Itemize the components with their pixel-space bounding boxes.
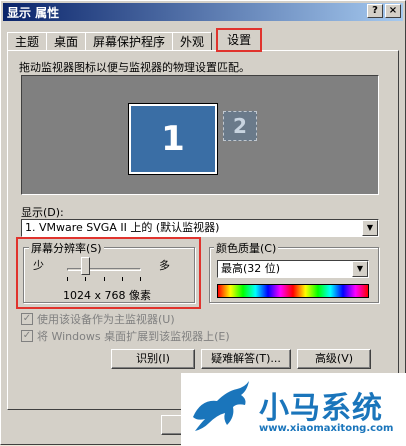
slider-tick: [140, 277, 141, 281]
tab-screensaver[interactable]: 屏幕保护程序: [85, 32, 174, 51]
slider-tick: [122, 277, 123, 281]
display-select[interactable]: 1. VMware SVGA II 上的 (默认监视器) ▼: [21, 219, 379, 237]
close-button[interactable]: ×: [385, 4, 401, 18]
chevron-down-icon[interactable]: ▼: [362, 220, 378, 236]
troubleshoot-button[interactable]: 疑难解答(T)...: [201, 349, 291, 369]
title-bar: 显示 属性: [3, 3, 403, 21]
tab-theme[interactable]: 主题: [7, 32, 48, 51]
slider-tick: [85, 277, 86, 281]
display-label: 显示(D):: [21, 206, 64, 219]
slider-tick: [104, 277, 105, 281]
chevron-down-icon[interactable]: ▼: [352, 261, 368, 277]
help-button[interactable]: ?: [367, 4, 383, 18]
monitor-2-icon[interactable]: 2: [223, 111, 257, 141]
horse-logo-icon: [193, 381, 249, 431]
resolution-slider-track[interactable]: [67, 268, 141, 271]
watermark-title: 小马系统: [259, 391, 383, 426]
resolution-more-label: 多: [159, 259, 170, 272]
window-title: 显示 属性: [7, 5, 60, 20]
color-spectrum-preview: [217, 284, 369, 298]
resolution-less-label: 少: [33, 259, 44, 272]
checkmark-icon: ✓: [21, 330, 33, 342]
identify-button[interactable]: 识别(I): [111, 349, 195, 369]
settings-description: 拖动监视器图标以便与监视器的物理设置匹配。: [19, 61, 250, 74]
extend-desktop-checkbox[interactable]: ✓ 将 Windows 桌面扩展到该监视器上(E): [21, 328, 230, 344]
display-select-value: 1. VMware SVGA II 上的 (默认监视器): [25, 221, 220, 234]
monitor-1-icon[interactable]: 1: [128, 103, 218, 175]
color-quality-select[interactable]: 最高(32 位) ▼: [217, 260, 369, 278]
color-quality-group-label: 颜色质量(C): [214, 240, 279, 256]
resolution-slider-thumb[interactable]: [81, 257, 90, 275]
watermark-url: www.xiaomaxitong.com: [259, 423, 394, 434]
primary-monitor-checkbox[interactable]: ✓ 使用该设备作为主监视器(U): [21, 311, 175, 327]
advanced-button[interactable]: 高级(V): [297, 349, 371, 369]
tab-strip: 主题 桌面 屏幕保护程序 外观 设置: [7, 28, 263, 52]
color-quality-select-value: 最高(32 位): [221, 262, 281, 275]
tab-appearance[interactable]: 外观: [172, 32, 213, 51]
tab-desktop[interactable]: 桌面: [46, 32, 87, 51]
primary-monitor-label: 使用该设备作为主监视器(U): [37, 313, 175, 326]
checkmark-icon: ✓: [21, 313, 33, 325]
resolution-group-label: 屏幕分辨率(S): [29, 240, 104, 256]
resolution-slider-ticks: [67, 277, 141, 281]
extend-desktop-label: 将 Windows 桌面扩展到该监视器上(E): [37, 330, 230, 343]
tab-settings[interactable]: 设置: [216, 28, 263, 52]
display-properties-window: 显示 属性 ? × 主题 桌面 屏幕保护程序 外观 设置 拖动监视器图标以便与监…: [0, 0, 406, 446]
resolution-value: 1024 x 768 像素: [63, 289, 151, 302]
slider-tick: [67, 277, 68, 281]
